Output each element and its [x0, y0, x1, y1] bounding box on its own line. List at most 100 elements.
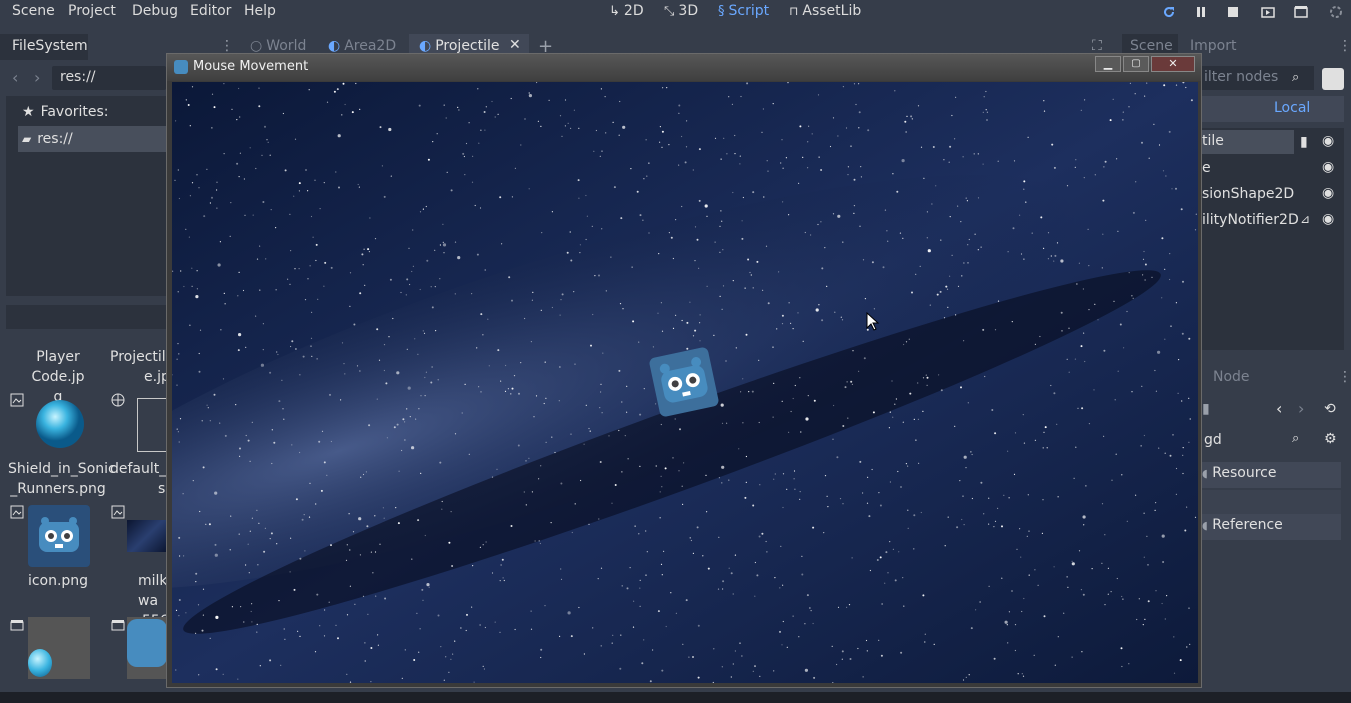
star	[794, 488, 796, 490]
star	[1182, 472, 1184, 475]
attach-script-icon[interactable]	[1322, 68, 1344, 90]
play-custom-scene-icon[interactable]	[1294, 5, 1308, 19]
node-label: e	[1202, 160, 1211, 176]
star	[367, 248, 370, 251]
star	[929, 304, 931, 306]
visibility-eye-icon[interactable]: ◉	[1322, 133, 1334, 149]
history-icon[interactable]: ⟲	[1324, 401, 1336, 417]
star	[675, 219, 677, 221]
file-filter-field[interactable]	[6, 305, 166, 329]
star	[191, 182, 194, 184]
star	[311, 355, 313, 357]
star	[924, 633, 926, 635]
minimize-icon[interactable]: ▁	[1095, 56, 1121, 72]
inspector-menu-icon[interactable]: ⋮	[1338, 369, 1351, 385]
workspace-3d-button[interactable]: ⤡ 3D	[664, 3, 698, 19]
menu-editor[interactable]: Editor	[190, 3, 231, 19]
scene-thumbnail[interactable]	[28, 617, 90, 679]
menu-project[interactable]: Project	[68, 3, 116, 19]
shield-thumbnail[interactable]	[34, 398, 86, 450]
star	[1082, 593, 1085, 596]
workspace-2d-button[interactable]: ↳ 2D	[609, 3, 644, 19]
game-viewport[interactable]	[172, 82, 1198, 683]
star	[611, 502, 613, 504]
file-shield[interactable]: Shield_in_Sonic _Runners.png	[8, 459, 116, 499]
visibility-eye-icon[interactable]: ◉	[1322, 159, 1334, 175]
forward-arrow-icon[interactable]: ›	[34, 68, 40, 87]
star	[860, 166, 862, 168]
fullscreen-icon[interactable]: ⛶	[1092, 38, 1102, 54]
star	[422, 330, 424, 332]
script-attached-icon[interactable]: ▮	[1300, 134, 1308, 150]
visibility-eye-icon[interactable]: ◉	[1322, 211, 1334, 227]
star	[1169, 278, 1171, 281]
star	[494, 621, 496, 623]
star	[772, 346, 774, 348]
tree-node-notifier[interactable]: ilityNotifier2D	[1202, 212, 1299, 228]
resource-icon[interactable]: ▮	[1202, 401, 1210, 417]
star	[174, 179, 176, 181]
tab-node[interactable]: Node	[1213, 369, 1250, 385]
workspace-script-button[interactable]: § Script	[718, 3, 769, 19]
menu-help[interactable]: Help	[244, 3, 276, 19]
tree-node-root[interactable]: tile	[1200, 130, 1294, 154]
menu-debug[interactable]: Debug	[132, 3, 178, 19]
close-tab-icon[interactable]: ✕	[509, 37, 521, 53]
play-scene-icon[interactable]	[1261, 5, 1275, 19]
star	[852, 350, 854, 352]
visibility-eye-icon[interactable]: ◉	[1322, 185, 1334, 201]
star	[1141, 385, 1143, 387]
close-window-icon[interactable]: ✕	[1151, 56, 1195, 72]
star	[1122, 119, 1124, 121]
history-forward-icon[interactable]: ›	[1298, 399, 1304, 418]
menu-scene[interactable]: Scene	[12, 3, 55, 19]
path-field[interactable]: res://	[52, 66, 166, 90]
star	[370, 647, 373, 649]
star	[983, 96, 985, 98]
tab-filesystem[interactable]: FileSystem	[0, 34, 88, 60]
tree-node-sprite[interactable]: e	[1202, 160, 1211, 176]
star	[1033, 654, 1035, 656]
star	[931, 203, 933, 205]
star	[417, 353, 419, 355]
dock-menu-icon[interactable]: ⋮	[1338, 38, 1351, 54]
section-resource[interactable]: ◖ Resource	[1200, 462, 1341, 488]
star	[1110, 591, 1112, 593]
workspace-assetlib-button[interactable]: ⊓ AssetLib	[789, 3, 861, 19]
star	[550, 522, 552, 524]
star	[698, 267, 700, 269]
back-arrow-icon[interactable]: ‹	[12, 68, 18, 87]
window-titlebar[interactable]: Mouse Movement ▁ ▢ ✕	[167, 54, 1201, 81]
default-env-thumbnail[interactable]	[137, 398, 167, 452]
tab-menu-icon[interactable]: ⋮	[220, 38, 234, 54]
maximize-icon[interactable]: ▢	[1123, 56, 1149, 72]
star	[765, 540, 767, 543]
icon-png-thumbnail[interactable]	[28, 505, 90, 567]
signal-icon[interactable]: ⊿	[1300, 212, 1310, 226]
star	[836, 456, 839, 459]
tab-area2d[interactable]: ◐ Area2D	[328, 38, 396, 54]
local-remote-toggle[interactable]: Local	[1200, 96, 1344, 122]
file-projectile[interactable]: Projectil e.jp	[110, 347, 170, 387]
star	[678, 470, 680, 472]
tab-world[interactable]: ○ World	[250, 38, 306, 54]
star	[379, 126, 382, 129]
pause-icon[interactable]	[1194, 5, 1208, 19]
settings-icon[interactable]: ⚙	[1324, 431, 1337, 447]
tab-import[interactable]: Import	[1190, 38, 1236, 54]
milky-way-thumbnail[interactable]	[127, 520, 167, 552]
star	[359, 554, 361, 556]
search-icon[interactable]: ⌕	[1292, 431, 1299, 446]
section-reference[interactable]: ◖ Reference	[1200, 514, 1341, 540]
scene-thumbnail[interactable]	[127, 617, 167, 679]
favorites-item[interactable]: ★ Favorites:	[22, 104, 109, 120]
file-default-env[interactable]: default_e s	[110, 459, 175, 499]
tree-node-collision[interactable]: sionShape2D	[1202, 186, 1294, 202]
file-icon-png[interactable]: icon.png	[8, 571, 108, 591]
reload-icon[interactable]	[1162, 5, 1176, 19]
stop-icon[interactable]	[1226, 5, 1240, 19]
star	[878, 639, 880, 641]
history-back-icon[interactable]: ‹	[1276, 399, 1282, 418]
star	[443, 252, 445, 254]
tree-item-root[interactable]: ▰ res://	[18, 126, 168, 152]
